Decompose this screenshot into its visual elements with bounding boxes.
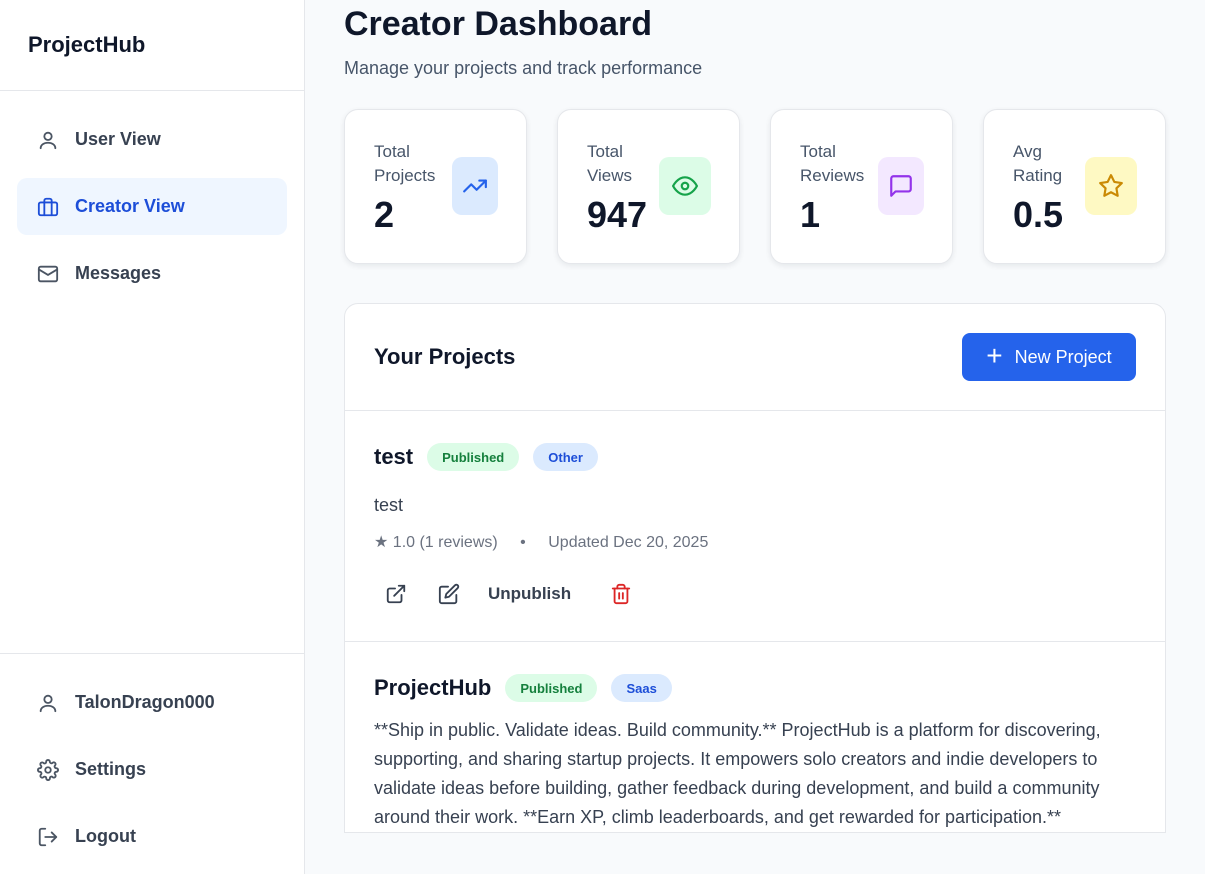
stat-card-rating: Avg Rating 0.5	[983, 109, 1166, 264]
page-subtitle: Manage your projects and track performan…	[344, 58, 703, 78]
trash-icon[interactable]	[605, 578, 637, 610]
stat-value: 1	[800, 194, 821, 235]
status-badge: Published	[427, 443, 520, 471]
stat-label: Total Reviews	[800, 142, 865, 185]
nav-item-profile[interactable]: TalonDragon000	[17, 674, 287, 731]
nav-item-settings[interactable]: Settings	[17, 741, 287, 798]
page-title: Creator Dashboard	[344, 5, 652, 43]
nav-item-logout[interactable]: Logout	[17, 808, 287, 865]
category-badge: Saas	[611, 674, 672, 702]
stat-card-reviews: Total Reviews 1	[770, 109, 953, 264]
trending-up-icon	[452, 157, 498, 215]
stat-card-projects: Total Projects 2	[344, 109, 527, 264]
unpublish-button[interactable]: Unpublish	[488, 584, 571, 604]
nav-label: Logout	[75, 826, 136, 846]
new-project-button[interactable]: + New Project	[962, 333, 1136, 381]
project-title[interactable]: test	[374, 444, 413, 470]
project-title-row: ProjectHub Published Saas	[374, 674, 1136, 702]
project-actions: Unpublish	[374, 578, 1136, 610]
edit-icon[interactable]	[433, 578, 465, 610]
sidebar: ProjectHub User View Creator View Messag…	[0, 0, 305, 874]
message-icon	[878, 157, 924, 215]
nav-item-messages[interactable]: Messages	[17, 245, 287, 302]
plus-icon: +	[986, 339, 1003, 371]
main-content: Creator Dashboard Manage your projects a…	[344, 0, 1166, 833]
nav-label: Creator View	[75, 196, 185, 216]
project-description: **Ship in public. Validate ideas. Build …	[374, 720, 1101, 827]
project-meta: ★ 1.0 (1 reviews) • Updated Dec 20, 2025	[374, 532, 1136, 552]
brand-logo[interactable]: ProjectHub	[0, 0, 304, 91]
external-link-icon[interactable]	[380, 578, 412, 610]
stat-label: Total Views	[587, 142, 633, 185]
main-nav: User View Creator View Messages	[0, 91, 304, 332]
nav-label: User View	[75, 129, 161, 149]
stat-label: Total Projects	[374, 142, 436, 185]
meta-separator: •	[520, 534, 526, 551]
status-badge: Published	[505, 674, 598, 702]
gear-icon	[35, 757, 61, 783]
project-item: ProjectHub Published Saas **Ship in publ…	[345, 642, 1165, 832]
nav-item-user-view[interactable]: User View	[17, 111, 287, 168]
nav-label: Settings	[75, 759, 147, 779]
username-label: TalonDragon000	[75, 692, 215, 712]
project-title-row: test Published Other	[374, 443, 1136, 471]
logout-icon	[35, 824, 61, 850]
projects-heading: Your Projects	[374, 344, 516, 369]
stat-card-views: Total Views 947	[557, 109, 740, 264]
project-description: test	[374, 495, 404, 515]
briefcase-icon	[35, 194, 61, 220]
project-updated: Updated Dec 20, 2025	[548, 534, 709, 551]
user-icon	[35, 690, 61, 716]
project-rating: ★ 1.0 (1 reviews)	[374, 534, 498, 551]
nav-item-creator-view[interactable]: Creator View	[17, 178, 287, 235]
new-project-label: New Project	[1014, 346, 1112, 367]
category-badge: Other	[533, 443, 598, 471]
projects-panel: Your Projects + New Project test Publish…	[344, 303, 1166, 833]
user-icon	[35, 127, 61, 153]
star-icon	[1085, 157, 1137, 215]
mail-icon	[35, 261, 61, 287]
stat-label: Avg Rating	[1013, 142, 1063, 185]
project-title[interactable]: ProjectHub	[374, 675, 491, 701]
projects-header: Your Projects + New Project	[345, 304, 1165, 411]
nav-label: Messages	[75, 263, 162, 283]
stat-value: 2	[374, 194, 395, 235]
project-item: test Published Other test ★ 1.0 (1 revie…	[345, 411, 1165, 642]
sidebar-footer: TalonDragon000 Settings Logout	[0, 653, 304, 874]
eye-icon	[659, 157, 711, 215]
stats-row: Total Projects 2 Total Views 947 Total R…	[344, 109, 1166, 264]
